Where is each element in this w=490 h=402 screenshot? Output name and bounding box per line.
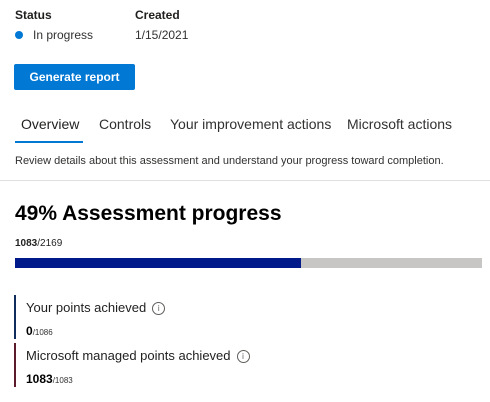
progress-bar: [15, 258, 482, 268]
tab-overview-underline: [15, 141, 83, 143]
progress-total: /2169: [37, 238, 63, 249]
your-points-total: /1086: [32, 328, 53, 337]
section-divider: [0, 180, 490, 181]
created-label: Created: [135, 8, 180, 22]
progress-count: 1083/2169: [15, 238, 62, 249]
your-points-label-row: Your points achieved i: [26, 300, 166, 316]
microsoft-points-label-row: Microsoft managed points achieved i: [26, 348, 250, 364]
info-icon[interactable]: i: [152, 302, 166, 316]
microsoft-points-accent: [14, 343, 16, 387]
microsoft-points-label: Microsoft managed points achieved: [26, 348, 231, 363]
status-value: In progress: [33, 28, 94, 42]
tab-your-improvement-actions[interactable]: Your improvement actions: [170, 116, 331, 132]
your-points-value-row: 0/1086: [26, 322, 53, 340]
your-points-accent: [14, 295, 16, 339]
assessment-description: Review details about this assessment and…: [15, 155, 444, 167]
created-value: 1/15/2021: [135, 28, 189, 42]
your-points-value: 0: [26, 324, 33, 338]
status-label: Status: [15, 8, 52, 22]
status-dot-icon: [15, 31, 23, 39]
tab-controls[interactable]: Controls: [99, 116, 151, 132]
progress-achieved: 1083: [15, 238, 38, 249]
your-points-label: Your points achieved: [26, 300, 147, 315]
tab-microsoft-actions[interactable]: Microsoft actions: [347, 116, 452, 132]
generate-report-button[interactable]: Generate report: [14, 64, 135, 90]
status-value-row: In progress: [15, 28, 93, 42]
progress-bar-fill: [15, 258, 301, 268]
microsoft-points-value-row: 1083/1083: [26, 370, 73, 388]
assessment-progress-title: 49% Assessment progress: [15, 202, 282, 225]
info-icon[interactable]: i: [236, 350, 250, 364]
tab-overview[interactable]: Overview: [21, 116, 79, 132]
microsoft-points-total: /1083: [52, 376, 73, 385]
microsoft-points-value: 1083: [26, 372, 53, 386]
